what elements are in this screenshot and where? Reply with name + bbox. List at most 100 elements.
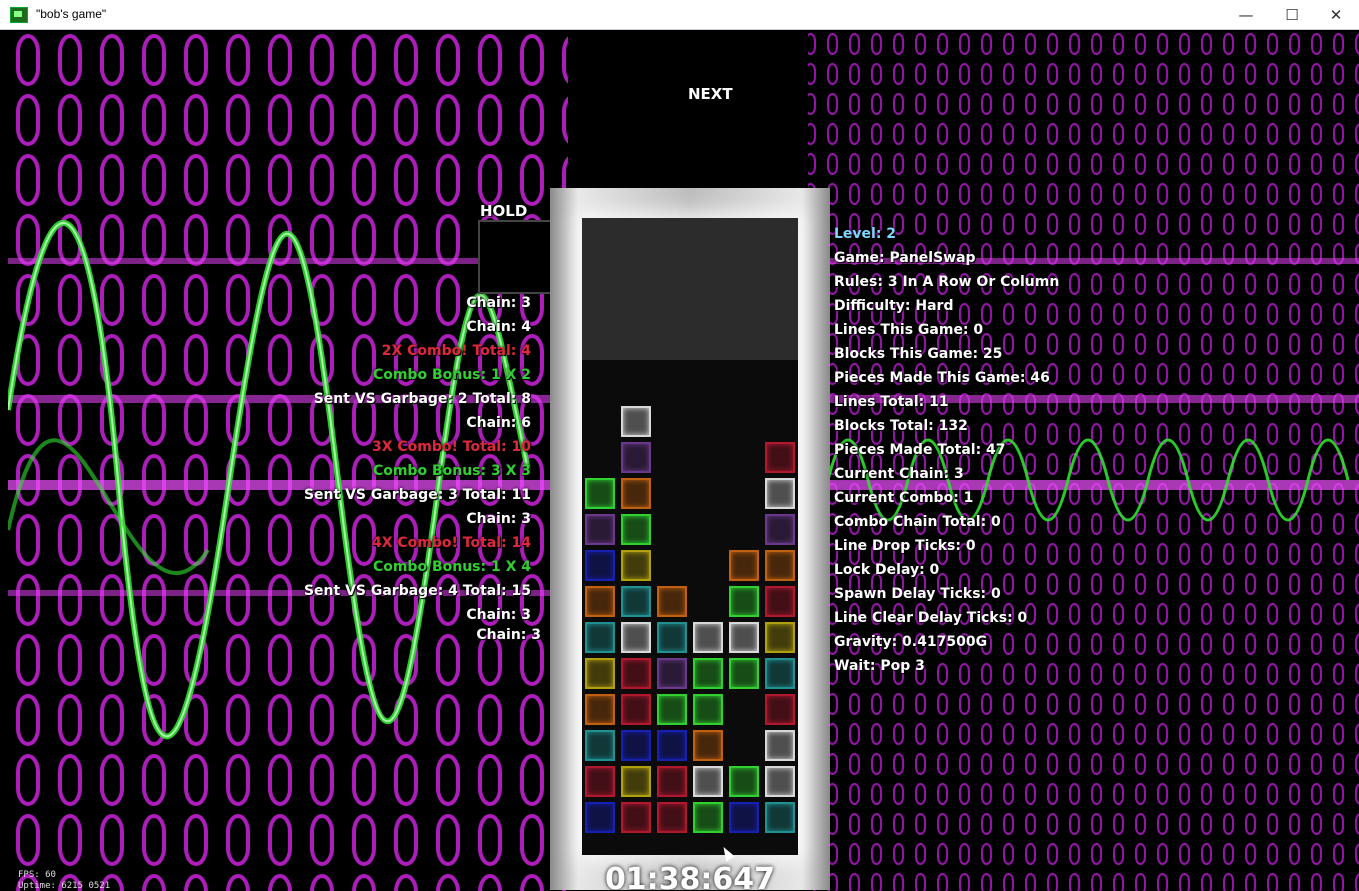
block-gray xyxy=(765,730,795,761)
right-stat-line: Line Drop Ticks: 0 xyxy=(834,538,976,554)
block-blue xyxy=(729,802,759,833)
block-cyan xyxy=(765,658,795,689)
block-cyan xyxy=(657,622,687,653)
block-yellow xyxy=(621,766,651,797)
left-stat-line: Combo Bonus: 1 X 4 xyxy=(372,559,531,575)
block-red xyxy=(621,694,651,725)
block-cyan xyxy=(585,622,615,653)
playfield[interactable] xyxy=(582,218,798,855)
right-stat-line: Combo Chain Total: 0 xyxy=(834,514,1001,530)
block-purple xyxy=(765,514,795,545)
block-orange xyxy=(585,694,615,725)
block-red xyxy=(621,802,651,833)
block-red xyxy=(585,766,615,797)
block-gray xyxy=(729,622,759,653)
block-green xyxy=(621,514,651,545)
right-stat-line: Wait: Pop 3 xyxy=(834,658,925,674)
block-red xyxy=(765,694,795,725)
block-gray xyxy=(621,622,651,653)
playfield-upper-area xyxy=(582,218,798,360)
right-stat-line: Game: PanelSwap xyxy=(834,250,976,266)
block-orange xyxy=(621,478,651,509)
window-titlebar: "bob's game" — ☐ ✕ xyxy=(0,0,1359,30)
block-red xyxy=(657,766,687,797)
fps-line: FPS: 60 xyxy=(18,870,56,880)
left-stat-line: Chain: 3 xyxy=(466,607,531,623)
right-stat-line: Difficulty: Hard xyxy=(834,298,954,314)
block-cyan xyxy=(585,730,615,761)
fps-readout: FPS: 60 Uptime: 6215 0521 xyxy=(18,870,110,891)
right-stat-line: Current Combo: 1 xyxy=(834,490,974,506)
left-stat-line: Chain: 6 xyxy=(466,415,531,431)
block-red xyxy=(621,658,651,689)
block-gray xyxy=(693,622,723,653)
left-stat-line: 3X Combo! Total: 10 xyxy=(372,439,531,455)
uptime-line: Uptime: 6215 0521 xyxy=(18,881,111,891)
left-stat-line: Chain: 3 xyxy=(476,627,541,643)
hold-label: HOLD xyxy=(480,202,528,220)
left-stat-line: Combo Bonus: 1 X 2 xyxy=(372,367,531,383)
right-stat-line: Lock Delay: 0 xyxy=(834,562,940,578)
right-stat-line: Pieces Made This Game: 46 xyxy=(834,370,1050,386)
game-viewport[interactable]: NEXT HOLD Chain: 3 Chain: 4 2X Combo! To… xyxy=(8,30,1359,891)
block-red xyxy=(765,586,795,617)
right-stat-line: Gravity: 0.417500G xyxy=(834,634,988,650)
block-blue xyxy=(585,802,615,833)
block-orange xyxy=(585,586,615,617)
block-purple xyxy=(621,442,651,473)
block-yellow xyxy=(621,550,651,581)
block-red xyxy=(765,442,795,473)
block-green xyxy=(693,802,723,833)
left-stat-line: Combo Bonus: 3 X 3 xyxy=(372,463,531,479)
left-stat-line: 2X Combo! Total: 4 xyxy=(381,343,531,359)
block-orange xyxy=(693,730,723,761)
left-stat-line: Chain: 3 xyxy=(466,295,531,311)
right-stat-line: Lines This Game: 0 xyxy=(834,322,984,338)
right-stat-line: Lines Total: 11 xyxy=(834,394,949,410)
block-cyan xyxy=(621,586,651,617)
hold-slot xyxy=(478,220,552,294)
left-stat-line: 4X Combo! Total: 14 xyxy=(372,535,531,551)
right-stat-line: Current Chain: 3 xyxy=(834,466,964,482)
block-orange xyxy=(729,550,759,581)
minimize-button[interactable]: — xyxy=(1223,0,1269,30)
left-stat-line: Sent VS Garbage: 2 Total: 8 xyxy=(313,391,531,407)
right-stat-line: Level: 2 xyxy=(834,226,897,242)
block-gray xyxy=(765,766,795,797)
maximize-button[interactable]: ☐ xyxy=(1269,0,1315,30)
block-green xyxy=(729,658,759,689)
block-blue xyxy=(621,730,651,761)
block-blue xyxy=(657,730,687,761)
block-orange xyxy=(657,586,687,617)
right-stat-line: Blocks Total: 132 xyxy=(834,418,968,434)
left-stat-line: Sent VS Garbage: 3 Total: 11 xyxy=(303,487,531,503)
block-yellow xyxy=(765,622,795,653)
close-button[interactable]: ✕ xyxy=(1313,0,1359,30)
block-gray xyxy=(693,766,723,797)
block-blue xyxy=(585,550,615,581)
right-stat-line: Spawn Delay Ticks: 0 xyxy=(834,586,1001,602)
block-green xyxy=(657,694,687,725)
left-stat-line: Chain: 4 xyxy=(466,319,531,335)
block-green xyxy=(693,694,723,725)
block-yellow xyxy=(585,658,615,689)
game-timer: 01:38:647 xyxy=(604,862,776,891)
block-orange xyxy=(765,550,795,581)
window-title: "bob's game" xyxy=(36,7,107,21)
app-icon xyxy=(10,7,28,23)
left-stat-line: Chain: 3 xyxy=(466,511,531,527)
left-stat-line: Sent VS Garbage: 4 Total: 15 xyxy=(303,583,531,599)
block-red xyxy=(657,802,687,833)
block-gray xyxy=(765,478,795,509)
right-stat-line: Pieces Made Total: 47 xyxy=(834,442,1006,458)
block-green xyxy=(585,478,615,509)
block-gray xyxy=(621,406,651,437)
block-green xyxy=(729,766,759,797)
right-stat-line: Rules: 3 In A Row Or Column xyxy=(834,274,1060,290)
block-purple xyxy=(585,514,615,545)
block-green xyxy=(693,658,723,689)
block-cyan xyxy=(765,802,795,833)
block-green xyxy=(729,586,759,617)
block-purple xyxy=(657,658,687,689)
right-stat-line: Line Clear Delay Ticks: 0 xyxy=(834,610,1028,626)
